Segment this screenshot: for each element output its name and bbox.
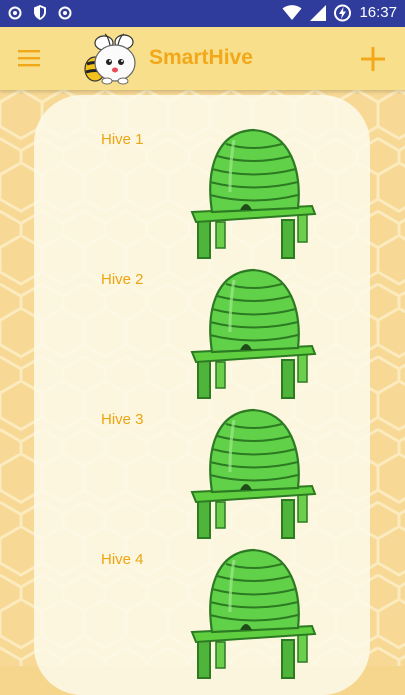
wifi-icon	[282, 5, 302, 20]
list-item[interactable]: Hive 1	[0, 128, 405, 271]
beehive-icon	[190, 128, 317, 260]
app-title: SmartHive	[149, 46, 253, 69]
list-item[interactable]: Hive 2	[0, 268, 405, 411]
beehive-icon	[190, 268, 317, 400]
status-left-icons	[8, 5, 72, 20]
target-notification-icon	[8, 6, 22, 19]
hive-label: Hive 2	[101, 271, 144, 288]
list-item[interactable]: Hive 4	[0, 548, 405, 691]
beehive-icon	[190, 408, 317, 540]
target-notification-icon	[58, 6, 72, 19]
battery-charging-icon	[334, 4, 352, 22]
hive-label: Hive 1	[101, 131, 144, 148]
list-item[interactable]: Hive 3	[0, 408, 405, 551]
status-right-icons: 16:37	[282, 4, 397, 22]
hive-label: Hive 3	[101, 411, 144, 428]
signal-icon	[310, 5, 327, 21]
bee-logo	[84, 33, 136, 85]
app-bar: SmartHive	[0, 27, 405, 90]
plus-icon[interactable]	[356, 42, 390, 76]
shield-icon	[34, 5, 46, 20]
clock: 16:37	[359, 4, 397, 21]
hamburger-menu-icon[interactable]	[15, 46, 45, 70]
beehive-icon	[190, 548, 317, 680]
hive-label: Hive 4	[101, 551, 144, 568]
status-bar: 16:37	[0, 0, 405, 27]
